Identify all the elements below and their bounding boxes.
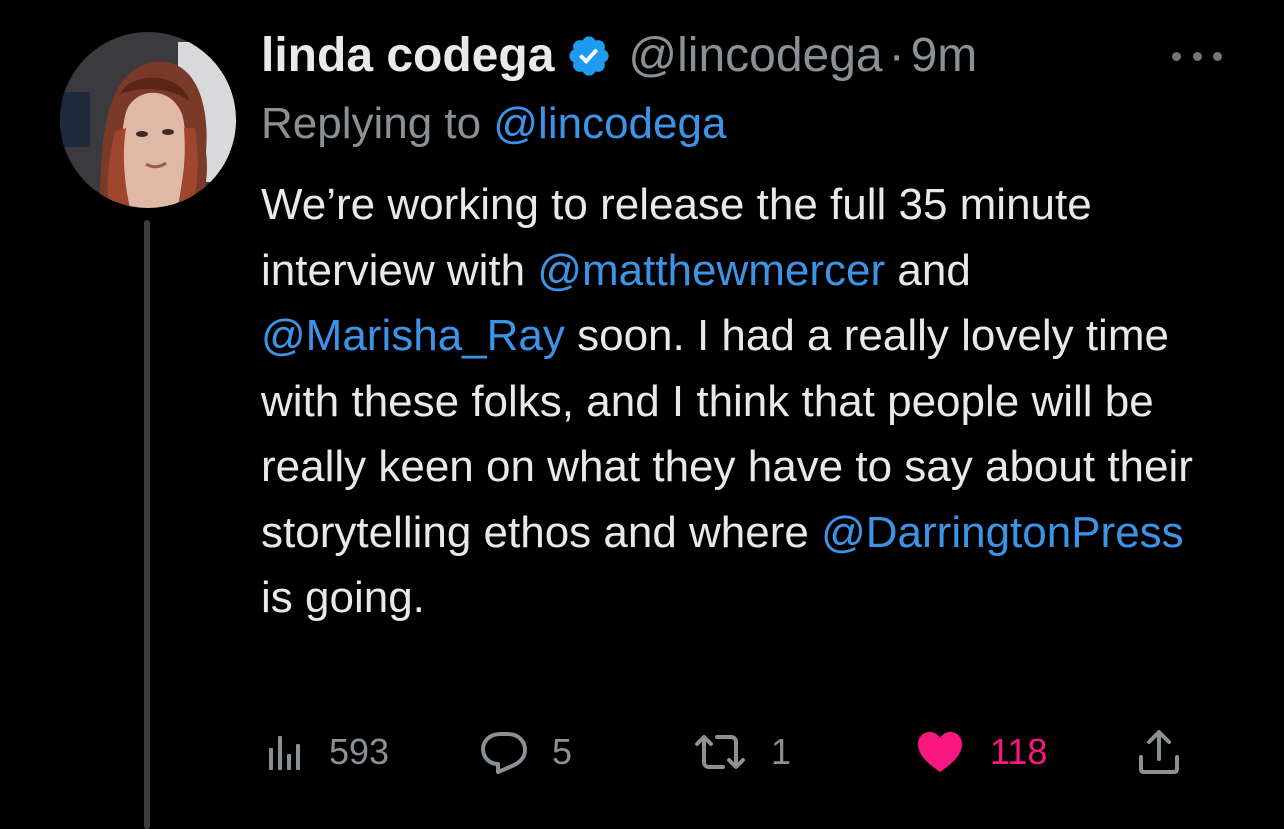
views-button[interactable]: 593	[267, 722, 389, 782]
verified-badge-icon	[566, 33, 612, 79]
reply-button[interactable]: 5	[480, 722, 572, 782]
more-options-icon[interactable]	[1172, 44, 1222, 68]
display-name[interactable]: linda codega	[261, 24, 554, 88]
views-count: 593	[329, 731, 390, 772]
tweet[interactable]: linda codega @lincodega · 9m Replying to…	[0, 0, 1284, 829]
tweet-content: linda codega @lincodega · 9m Replying to…	[261, 24, 1221, 631]
like-count: 118	[990, 731, 1048, 772]
tweet-text-segment: is going.	[261, 573, 425, 622]
replying-to-label: Replying to	[261, 99, 482, 148]
thread-line	[144, 220, 150, 829]
share-button[interactable]	[1137, 722, 1181, 782]
reply-icon	[481, 732, 527, 774]
retweet-icon	[695, 735, 745, 769]
replying-to-handle[interactable]: @lincodega	[493, 99, 726, 148]
views-icon	[269, 736, 300, 770]
action-bar: 593 5 1 118	[261, 722, 1191, 782]
retweet-count: 1	[771, 731, 792, 772]
separator-dot: ·	[888, 29, 905, 82]
retweet-button[interactable]: 1	[693, 722, 791, 782]
avatar-photo	[60, 32, 236, 208]
tweet-text-segment: and	[885, 245, 971, 295]
timestamp[interactable]: 9m	[911, 24, 978, 88]
mention-link[interactable]: @DarringtonPress	[821, 508, 1184, 557]
replying-to: Replying to @lincodega	[261, 92, 1221, 156]
tweet-text: We’re working to release the full 35 min…	[261, 172, 1221, 631]
like-button[interactable]: 118	[916, 722, 1047, 782]
avatar[interactable]	[60, 32, 236, 208]
mention-link[interactable]: @matthewmercer	[537, 246, 885, 295]
tweet-header: linda codega @lincodega · 9m	[261, 24, 1221, 88]
heart-icon	[918, 732, 962, 772]
share-icon	[1139, 730, 1179, 774]
mention-link[interactable]: @Marisha_Ray	[261, 311, 565, 360]
reply-count: 5	[552, 731, 573, 772]
user-handle[interactable]: @lincodega	[628, 24, 882, 88]
